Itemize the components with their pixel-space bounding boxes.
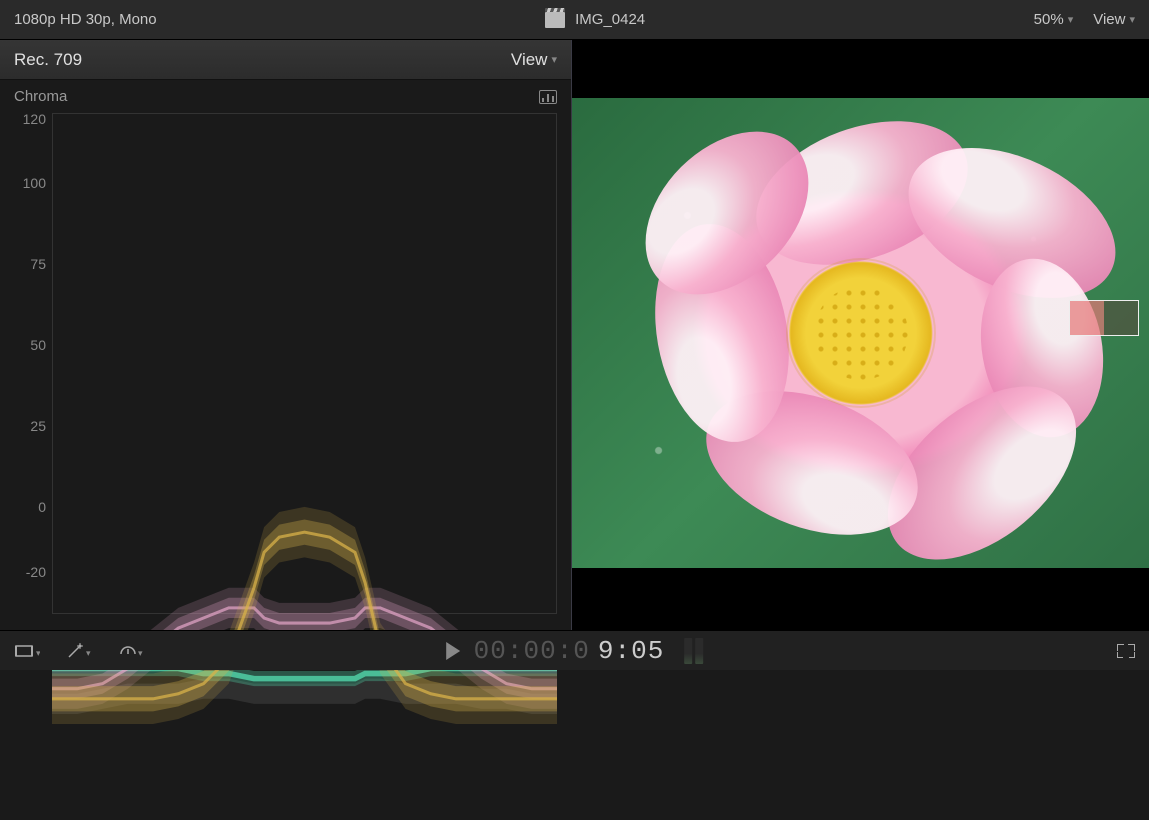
zoom-label: 50%: [1034, 11, 1064, 28]
y-tick: 100: [12, 175, 46, 191]
viewer-view-dropdown[interactable]: View ▾: [1093, 11, 1135, 28]
preview-image: [572, 98, 1149, 568]
clip-icon: [545, 12, 565, 28]
y-tick: 0: [12, 499, 46, 515]
format-label: 1080p HD 30p, Mono: [14, 11, 157, 28]
chevron-down-icon: ▾: [551, 53, 557, 66]
trim-tool-dropdown[interactable]: ▾: [14, 642, 40, 660]
retime-tool-dropdown[interactable]: ▾: [118, 642, 144, 660]
chroma-waveform-chart: 120 100 75 50 25 0 -20: [0, 107, 571, 630]
colorspace-label: Rec. 709: [14, 50, 82, 70]
audio-meter[interactable]: [684, 638, 703, 664]
viewer-view-label: View: [1093, 11, 1125, 28]
timecode-dim: 00:00:0: [474, 636, 590, 666]
scope-mode-label: Chroma: [14, 88, 67, 105]
fullscreen-button[interactable]: [1117, 644, 1135, 658]
viewer-canvas[interactable]: [572, 40, 1149, 630]
zoom-dropdown[interactable]: 50% ▾: [1034, 11, 1074, 28]
svg-text:▾: ▾: [36, 648, 40, 658]
svg-text:▾: ▾: [138, 648, 143, 658]
scope-settings-icon[interactable]: [539, 90, 557, 104]
scopes-view-dropdown[interactable]: View ▾: [511, 50, 557, 70]
y-tick: 75: [12, 256, 46, 272]
y-tick: -20: [12, 564, 46, 580]
y-tick: 50: [12, 337, 46, 353]
play-button[interactable]: [446, 642, 460, 660]
timecode-bright: 9:05: [598, 636, 664, 666]
clip-name-label: IMG_0424: [575, 11, 645, 28]
y-tick: 120: [12, 111, 46, 127]
scopes-view-label: View: [511, 50, 548, 70]
crop-indicator[interactable]: [1069, 300, 1139, 336]
chevron-down-icon: ▾: [1068, 13, 1074, 26]
y-tick: 25: [12, 418, 46, 434]
chevron-down-icon: ▾: [1129, 13, 1135, 26]
svg-text:▾: ▾: [86, 648, 91, 658]
enhance-tool-dropdown[interactable]: ▾: [66, 642, 92, 660]
